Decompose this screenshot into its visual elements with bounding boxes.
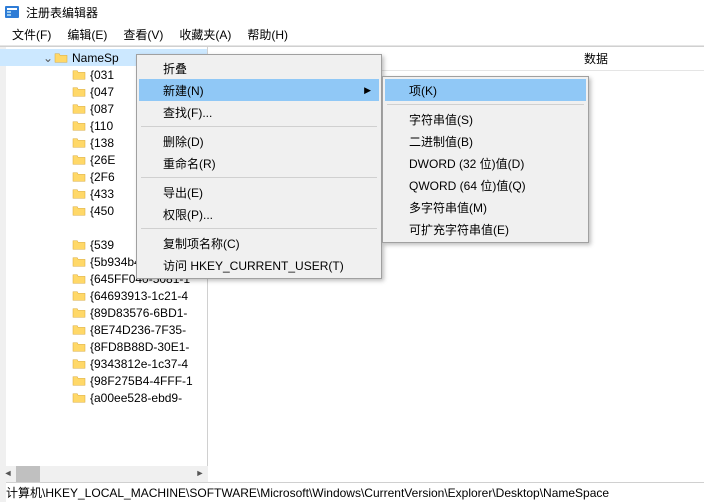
tree-label: {98F275B4-4FFF-1: [90, 374, 193, 388]
tree-label: {64693913-1c21-4: [90, 289, 188, 303]
tree-label: {087: [90, 102, 114, 116]
folder-icon: [72, 239, 86, 251]
menu-favorites[interactable]: 收藏夹(A): [173, 24, 237, 45]
tree-label: NameSp: [72, 51, 119, 65]
ctx-new-expandstring[interactable]: 可扩充字符串值(E): [385, 218, 586, 240]
tree-label: {031: [90, 68, 114, 82]
ctx-separator: [141, 177, 377, 178]
tree-label: {26E: [90, 153, 115, 167]
ctx-new-multistring[interactable]: 多字符串值(M): [385, 196, 586, 218]
ctx-export[interactable]: 导出(E): [139, 181, 379, 203]
context-menu: 折叠 新建(N)▶ 查找(F)... 删除(D) 重命名(R) 导出(E) 权限…: [136, 54, 382, 279]
menu-edit[interactable]: 编辑(E): [61, 24, 113, 45]
folder-icon: [72, 290, 86, 302]
folder-icon: [72, 120, 86, 132]
ctx-find[interactable]: 查找(F)...: [139, 101, 379, 123]
title-bar: 注册表编辑器: [0, 0, 704, 24]
app-title: 注册表编辑器: [26, 4, 98, 21]
folder-icon: [72, 205, 86, 217]
folder-icon: [72, 171, 86, 183]
horizontal-scrollbar[interactable]: ◄ ►: [0, 466, 208, 482]
folder-icon: [72, 188, 86, 200]
menu-file[interactable]: 文件(F): [6, 24, 57, 45]
ctx-new-dword[interactable]: DWORD (32 位)值(D): [385, 152, 586, 174]
tree-label: {110: [90, 119, 113, 133]
tree-label: {450: [90, 204, 114, 218]
scroll-thumb[interactable]: [16, 466, 40, 482]
folder-icon: [72, 154, 86, 166]
tree-node[interactable]: {8E74D236-7F35-: [0, 321, 207, 338]
tree-label: {a00ee528-ebd9-: [90, 391, 182, 405]
folder-icon: [72, 392, 86, 404]
tree-label: {8E74D236-7F35-: [90, 323, 186, 337]
tree-node[interactable]: {89D83576-6BD1-: [0, 304, 207, 321]
ctx-new-key[interactable]: 项(K): [385, 79, 586, 101]
folder-icon: [72, 86, 86, 98]
tree-node[interactable]: {8FD8B88D-30E1-: [0, 338, 207, 355]
folder-icon: [72, 307, 86, 319]
folder-icon: [72, 103, 86, 115]
ctx-new-binary[interactable]: 二进制值(B): [385, 130, 586, 152]
ctx-separator: [387, 104, 584, 105]
tree-label: {8FD8B88D-30E1-: [90, 340, 189, 354]
tree-node[interactable]: {64693913-1c21-4: [0, 287, 207, 304]
ctx-new-string[interactable]: 字符串值(S): [385, 108, 586, 130]
collapse-icon[interactable]: ⌄: [42, 51, 54, 65]
tree-label: {047: [90, 85, 114, 99]
ctx-new-qword[interactable]: QWORD (64 位)值(Q): [385, 174, 586, 196]
ctx-permissions[interactable]: 权限(P)...: [139, 203, 379, 225]
ctx-goto-hkcu[interactable]: 访问 HKEY_CURRENT_USER(T): [139, 254, 379, 276]
folder-icon: [72, 69, 86, 81]
ctx-separator: [141, 228, 377, 229]
app-icon: [4, 4, 20, 20]
col-data[interactable]: 数据: [488, 50, 704, 67]
folder-icon: [72, 341, 86, 353]
status-path: 计算机\HKEY_LOCAL_MACHINE\SOFTWARE\Microsof…: [6, 484, 609, 501]
tree-node[interactable]: {9343812e-1c37-4: [0, 355, 207, 372]
folder-icon: [72, 324, 86, 336]
folder-icon: [72, 273, 86, 285]
tree-label: {539: [90, 238, 114, 252]
ctx-collapse[interactable]: 折叠: [139, 57, 379, 79]
folder-icon: [72, 256, 86, 268]
ctx-copy-key-name[interactable]: 复制项名称(C): [139, 232, 379, 254]
tree-label: {9343812e-1c37-4: [90, 357, 188, 371]
folder-icon: [54, 52, 68, 64]
ctx-separator: [141, 126, 377, 127]
submenu-arrow-icon: ▶: [364, 85, 371, 96]
status-bar: 计算机\HKEY_LOCAL_MACHINE\SOFTWARE\Microsof…: [0, 482, 704, 502]
folder-icon: [72, 137, 86, 149]
ctx-new[interactable]: 新建(N)▶: [139, 79, 379, 101]
tree-node[interactable]: {98F275B4-4FFF-1: [0, 372, 207, 389]
ctx-delete[interactable]: 删除(D): [139, 130, 379, 152]
tree-label: {89D83576-6BD1-: [90, 306, 187, 320]
scroll-track[interactable]: [40, 466, 192, 482]
tree-label: {433: [90, 187, 114, 201]
folder-icon: [72, 375, 86, 387]
menu-view[interactable]: 查看(V): [117, 24, 169, 45]
menu-help[interactable]: 帮助(H): [241, 24, 294, 45]
menu-bar: 文件(F) 编辑(E) 查看(V) 收藏夹(A) 帮助(H): [0, 24, 704, 46]
scroll-left-button[interactable]: ◄: [0, 466, 16, 482]
tree-label: {138: [90, 136, 114, 150]
tree-label: {2F6: [90, 170, 115, 184]
context-submenu-new: 项(K) 字符串值(S) 二进制值(B) DWORD (32 位)值(D) QW…: [382, 76, 589, 243]
folder-icon: [72, 358, 86, 370]
tree-node[interactable]: {a00ee528-ebd9-: [0, 389, 207, 406]
ctx-rename[interactable]: 重命名(R): [139, 152, 379, 174]
scroll-right-button[interactable]: ►: [192, 466, 208, 482]
